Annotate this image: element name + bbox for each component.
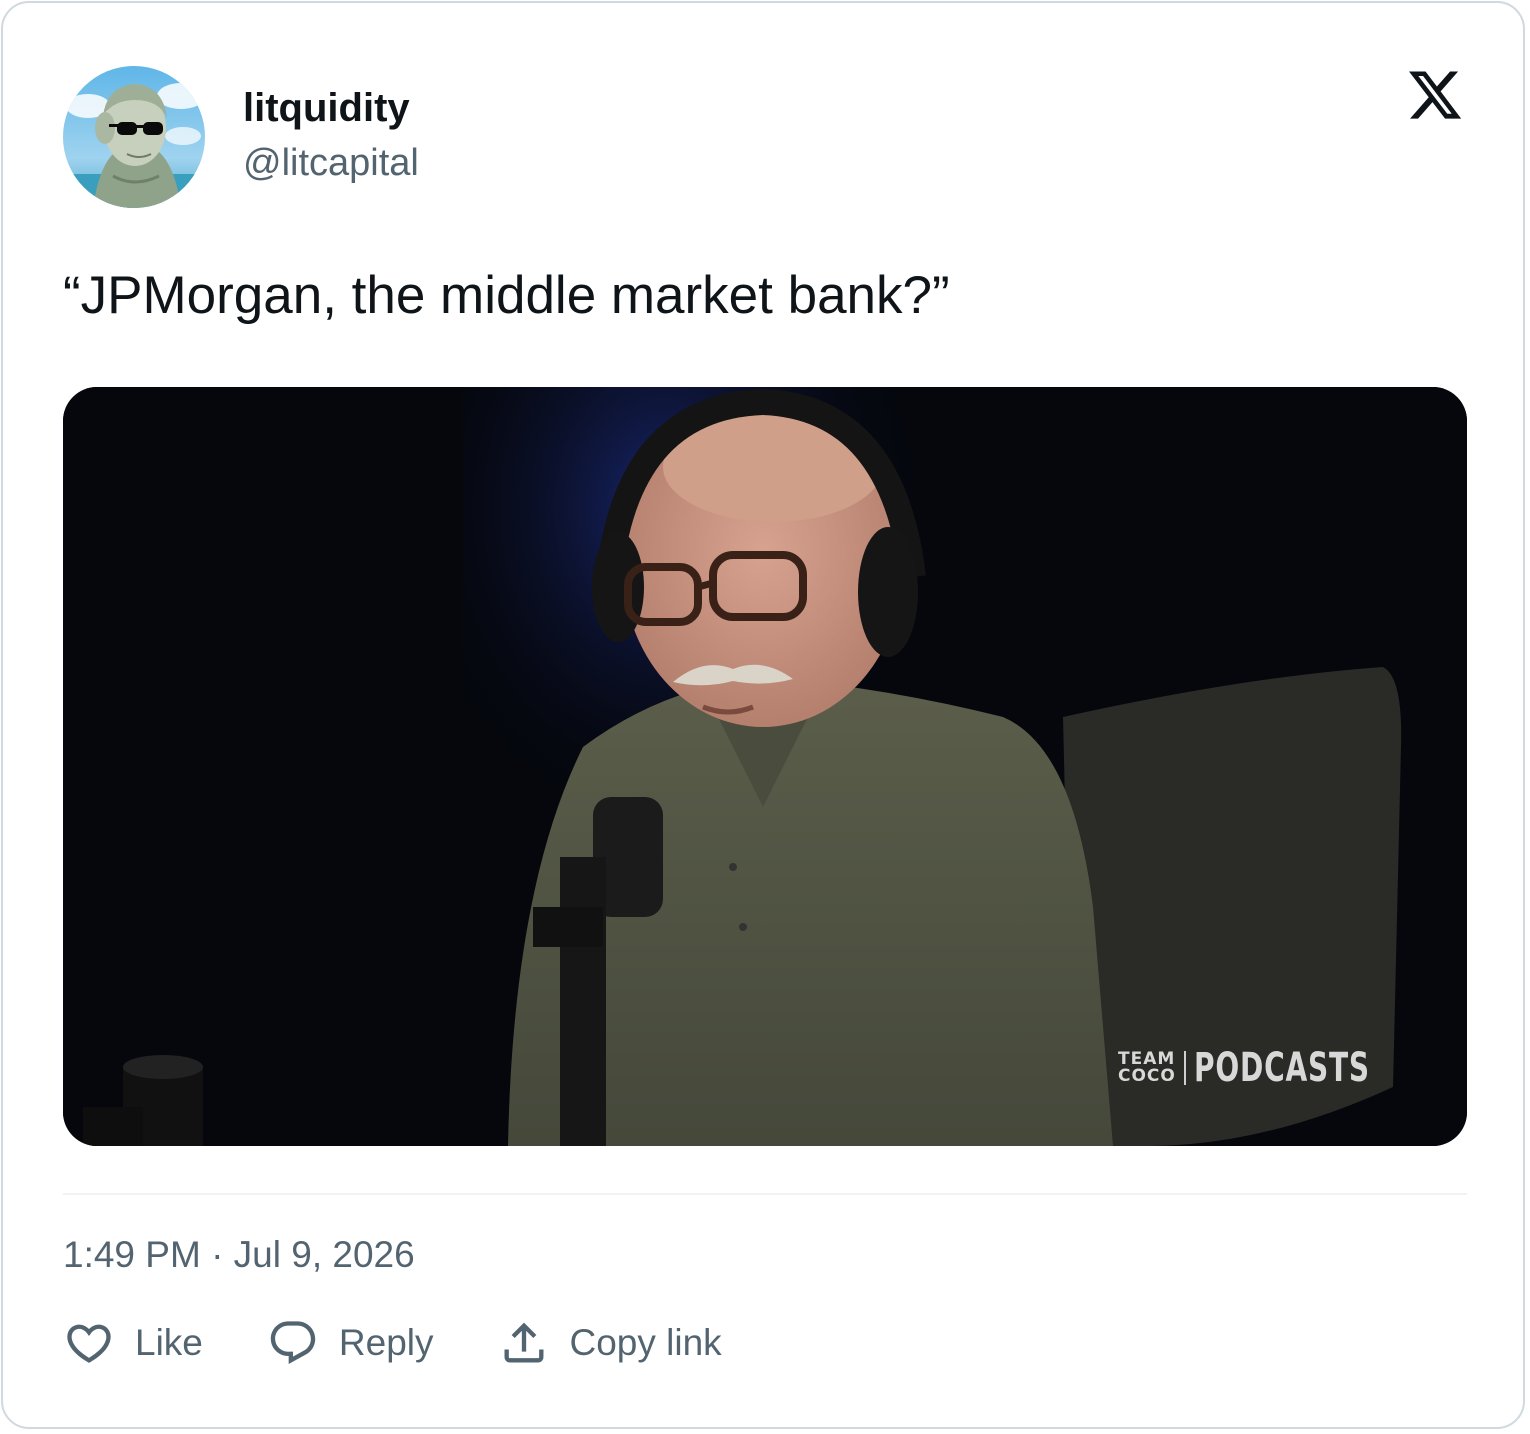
author-display-name[interactable]: litquidity: [243, 84, 410, 132]
heart-icon: [67, 1324, 111, 1363]
like-label: Like: [135, 1322, 203, 1363]
author-handle[interactable]: @litcapital: [243, 140, 419, 186]
like-button[interactable]: Like: [63, 1317, 203, 1369]
reply-label: Reply: [338, 1322, 434, 1363]
copy-link-label: Copy link: [569, 1322, 722, 1363]
share-upload-icon: [504, 1322, 543, 1363]
author-avatar[interactable]: [63, 66, 205, 208]
reply-bubble-icon: [270, 1321, 316, 1365]
action-bar: Like Reply Copy link: [63, 1314, 722, 1372]
video-watermark: TEAM COCO PODCASTS: [1118, 1045, 1419, 1091]
tweet-timestamp[interactable]: 1:49 PM · Jul 9, 2026: [63, 1232, 415, 1278]
tweet-media-video[interactable]: TEAM COCO PODCASTS: [63, 387, 1467, 1146]
watermark-podcasts: PODCASTS: [1193, 1045, 1370, 1091]
reply-button[interactable]: Reply: [267, 1317, 434, 1369]
divider: [63, 1193, 1467, 1195]
tweet-text: “JPMorgan, the middle market bank?”: [63, 266, 950, 325]
copy-link-button[interactable]: Copy link: [498, 1317, 722, 1369]
x-logo-icon[interactable]: [1406, 66, 1464, 124]
watermark-team-coco: TEAM COCO: [1118, 1051, 1186, 1085]
watermark-small-bottom: COCO: [1118, 1066, 1176, 1086]
